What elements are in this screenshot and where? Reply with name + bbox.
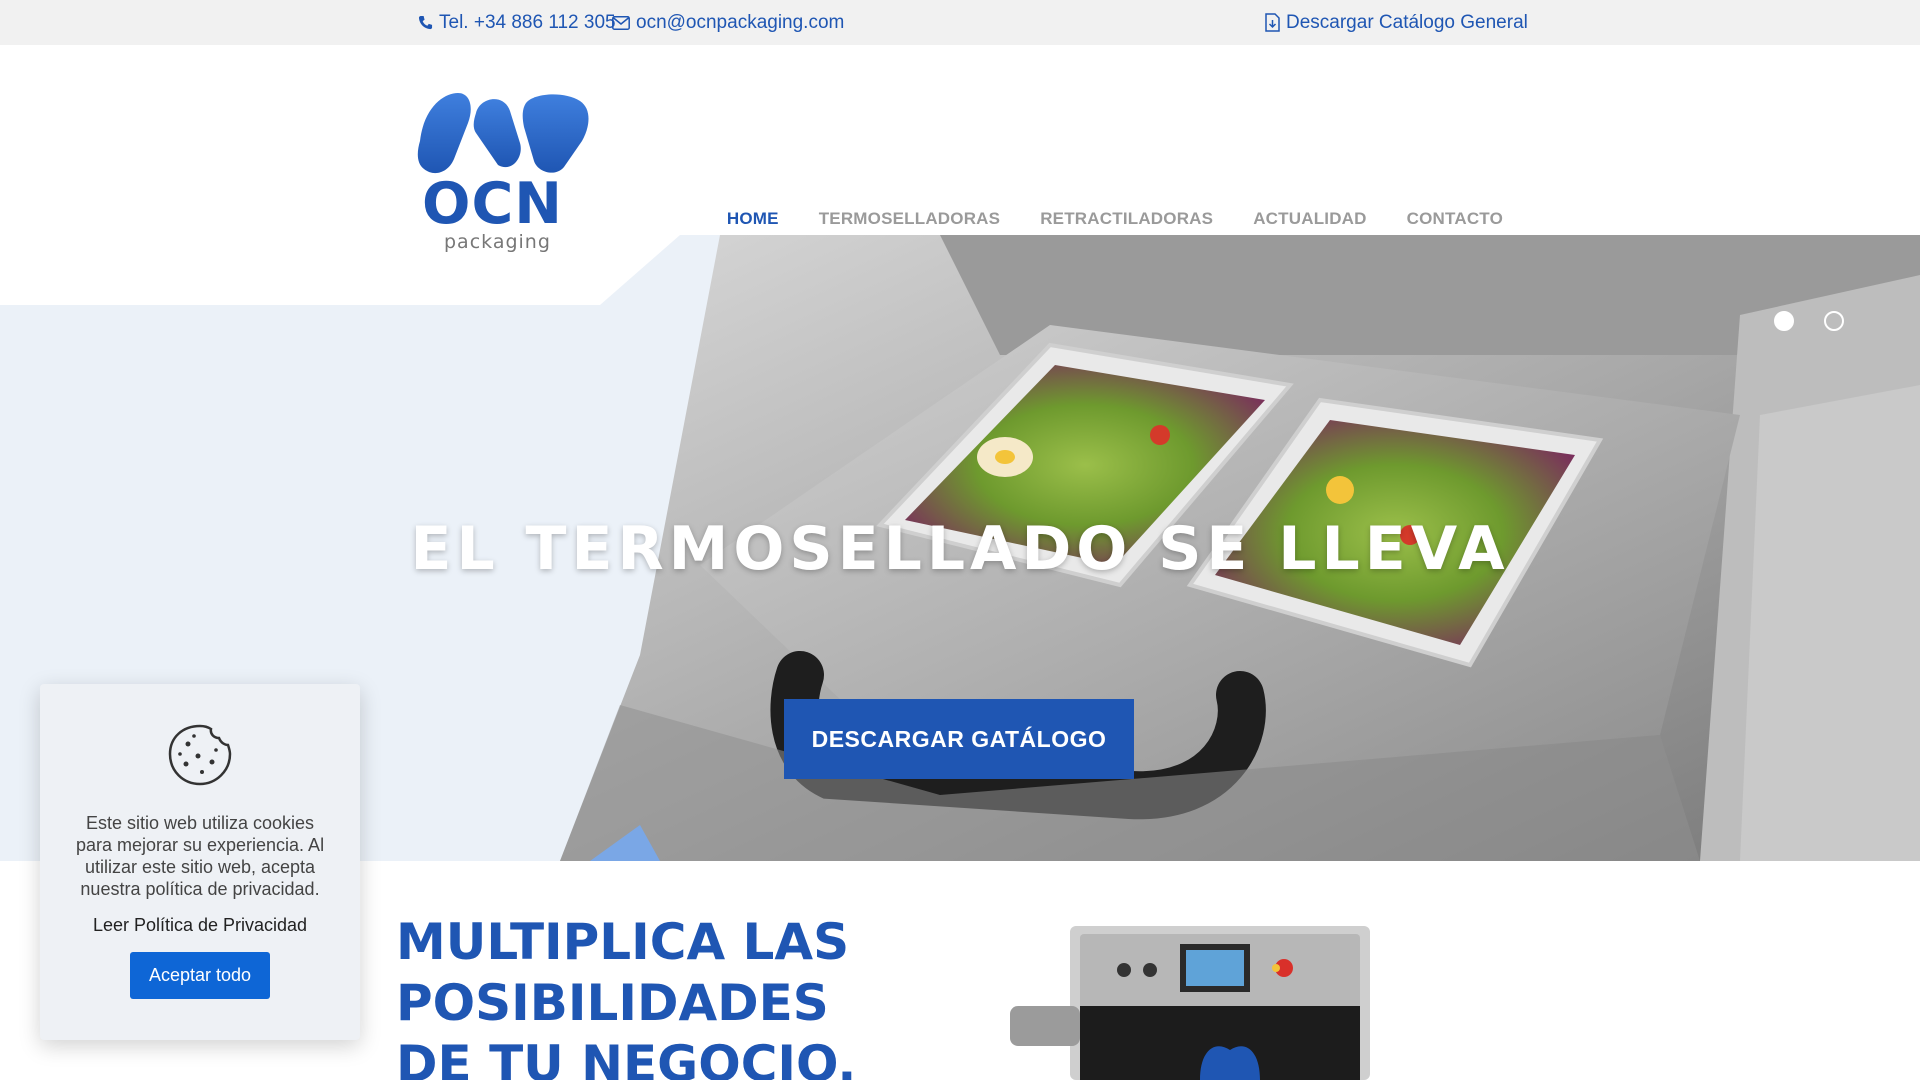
file-download-icon [1265,13,1280,32]
email-link[interactable]: ocn@ocnpackaging.com [612,0,844,45]
hero-title: EL TERMOSELLADO SE LLEVA [410,514,1510,584]
logo-tagline: packaging [444,231,551,253]
cookie-text: Este sitio web utiliza cookies para mejo… [75,813,325,899]
nav-retractiladoras[interactable]: RETRACTILADORAS [1040,209,1213,229]
nav-actualidad[interactable]: ACTUALIDAD [1253,209,1366,229]
site-header: HOME TERMOSELLADORAS RETRACTILADORAS ACT… [0,45,1920,235]
site-logo[interactable]: OCN packaging [414,93,590,261]
nav-contacto[interactable]: CONTACTO [1407,209,1503,229]
nav-home[interactable]: HOME [727,209,779,229]
top-contact-bar: Tel. +34 886 112 305 ocn@ocnpackaging.co… [0,0,1920,45]
slider-dot-1[interactable] [1774,311,1794,331]
section-headline: MULTIPLICA LAS POSIBILIDADES DE TU NEGOC… [396,913,857,1080]
nav-termoselladoras[interactable]: TERMOSELLADORAS [819,209,1001,229]
logo-wordmark: OCN [422,171,563,237]
main-nav: HOME TERMOSELLADORAS RETRACTILADORAS ACT… [727,197,1503,241]
download-catalog-label: Descargar Catálogo General [1286,11,1528,33]
cookie-banner: Este sitio web utiliza cookies para mejo… [40,684,360,1040]
email-address: ocn@ocnpackaging.com [636,11,845,33]
accept-cookies-button[interactable]: Aceptar todo [130,952,270,999]
slider-dot-2[interactable] [1824,311,1844,331]
machine-product-image [1010,926,1370,1080]
download-catalog-button[interactable]: DESCARGAR GATÁLOGO [784,699,1134,779]
phone-icon [418,15,433,30]
phone-link[interactable]: Tel. +34 886 112 305 [418,0,616,45]
phone-number: Tel. +34 886 112 305 [439,11,616,33]
cookie-icon [168,722,232,791]
privacy-policy-link[interactable]: Leer Política de Privacidad [40,915,360,936]
mail-icon [612,15,630,30]
logo-mark-icon [417,93,589,174]
download-catalog-link[interactable]: Descargar Catálogo General [1265,0,1528,45]
